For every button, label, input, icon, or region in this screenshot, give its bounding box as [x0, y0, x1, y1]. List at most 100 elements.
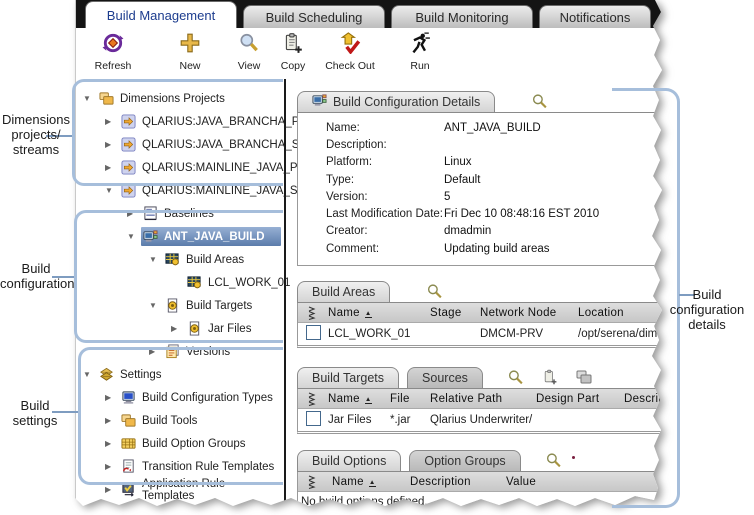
expand-arrow-icon[interactable] — [149, 301, 163, 310]
expand-arrow-icon[interactable] — [127, 209, 141, 218]
tab-sources[interactable]: Sources — [407, 367, 483, 388]
callout-dimensions-projects-streams: Dimensions projects/ streams — [0, 112, 72, 157]
select-column-icon — [298, 392, 328, 406]
build-target-row[interactable]: Jar Files *.jar Qlarius Underwriter/ — [298, 409, 667, 431]
cell-network-node: DMCM-PRV — [480, 328, 578, 340]
empty-message: No build options defined. — [298, 492, 667, 514]
cell-file: *.jar — [390, 414, 430, 426]
column-header[interactable]: Location — [578, 307, 667, 319]
toolbar-label: View — [238, 60, 261, 72]
tree-item-versions[interactable]: Versions — [76, 340, 284, 363]
tree-item-qlarius-mainline-java-prj[interactable]: QLARIUS:MAINLINE_JAVA_PRJ — [76, 156, 284, 179]
tree-item-jar-files[interactable]: Jar Files — [76, 317, 284, 340]
tab-notifications[interactable]: Notifications — [539, 5, 651, 28]
sort-ascending-icon — [365, 311, 372, 318]
tab-build-areas[interactable]: Build Areas — [297, 281, 390, 302]
run-button[interactable]: Run — [395, 32, 445, 72]
search-icon[interactable] — [545, 452, 562, 471]
row-checkbox[interactable] — [306, 325, 321, 340]
column-header[interactable]: Design Part — [536, 393, 624, 405]
sort-ascending-icon — [365, 397, 372, 404]
tab-label: Build Configuration Details — [333, 95, 480, 109]
column-header[interactable]: Stage — [430, 307, 480, 319]
expand-arrow-icon[interactable] — [105, 439, 119, 448]
row-checkbox[interactable] — [306, 411, 321, 426]
search-icon[interactable] — [426, 283, 443, 302]
column-header[interactable]: Relative Path — [430, 393, 536, 405]
expand-arrow-icon[interactable] — [149, 255, 163, 264]
build-area-node-icon — [187, 275, 203, 290]
expand-arrow-icon[interactable] — [83, 370, 97, 379]
field-label: Platform: — [326, 156, 444, 168]
build-config-icon — [143, 229, 159, 244]
tab-option-groups[interactable]: Option Groups — [409, 450, 520, 471]
check-out-button[interactable]: Check Out — [315, 32, 385, 72]
expand-arrow-icon[interactable] — [105, 163, 119, 172]
expand-arrow-icon[interactable] — [105, 186, 119, 195]
column-header[interactable]: Name — [328, 307, 430, 319]
tree-item-settings[interactable]: Settings — [76, 363, 284, 386]
column-header[interactable]: Value — [506, 476, 667, 488]
column-header[interactable]: Description — [624, 393, 667, 405]
expand-arrow-icon[interactable] — [105, 462, 119, 471]
field-value: dmadmin — [444, 225, 663, 237]
field-label: Creator: — [326, 225, 444, 237]
expand-arrow-icon[interactable] — [171, 324, 185, 333]
tab-label: Sources — [422, 371, 468, 385]
new-button[interactable]: New — [170, 32, 210, 72]
tab-label: Build Monitoring — [415, 10, 508, 25]
top-tab-bar: Build Management Build Scheduling Build … — [76, 0, 668, 28]
tree-item-build-option-groups[interactable]: Build Option Groups — [76, 432, 284, 455]
tab-build-options[interactable]: Build Options — [297, 450, 401, 471]
tree-item-dimensions-projects[interactable]: Dimensions Projects — [76, 87, 284, 110]
hierarchy-icon[interactable] — [576, 369, 592, 388]
detail-panels: Build Configuration Details Name:ANT_JAV… — [286, 79, 668, 515]
search-icon[interactable] — [507, 369, 524, 388]
check-out-icon — [339, 32, 361, 59]
expand-arrow-icon[interactable] — [105, 117, 119, 126]
copy-icon[interactable] — [542, 369, 558, 388]
expand-arrow-icon[interactable] — [83, 94, 97, 103]
tree-item-ant-java-build[interactable]: ANT_JAVA_BUILD — [76, 225, 284, 248]
column-header[interactable]: Name — [328, 393, 390, 405]
decorative-dot — [572, 456, 575, 459]
projects-folders-icon — [121, 413, 137, 428]
tab-build-monitoring[interactable]: Build Monitoring — [391, 5, 533, 28]
tree-item-build-tools[interactable]: Build Tools — [76, 409, 284, 432]
view-button[interactable]: View — [227, 32, 271, 72]
column-header[interactable]: Network Node — [480, 307, 578, 319]
column-header[interactable]: Name — [332, 476, 410, 488]
expand-arrow-icon[interactable] — [149, 347, 163, 356]
expand-arrow-icon[interactable] — [105, 416, 119, 425]
tree-item-build-configuration-types[interactable]: Build Configuration Types — [76, 386, 284, 409]
column-header[interactable]: Description — [410, 476, 506, 488]
expand-arrow-icon[interactable] — [105, 393, 119, 402]
cell-relative-path: Qlarius Underwriter/ — [430, 414, 536, 426]
toolbar-label: New — [179, 60, 200, 72]
tree-item-qlarius-java-brancha-prj[interactable]: QLARIUS:JAVA_BRANCHA_PRJ — [76, 110, 284, 133]
stream-icon — [121, 183, 137, 198]
build-configuration-details-section: Build Configuration Details Name:ANT_JAV… — [297, 89, 668, 266]
build-area-row[interactable]: LCL_WORK_01 DMCM-PRV /opt/serena/dimens — [298, 323, 667, 345]
details-fields: Name:ANT_JAVA_BUILD Description: Platfor… — [297, 113, 668, 266]
refresh-button[interactable]: Refresh — [86, 32, 140, 72]
tab-build-management[interactable]: Build Management — [85, 1, 237, 28]
tab-build-scheduling[interactable]: Build Scheduling — [243, 5, 385, 28]
tree-item-build-areas[interactable]: Build Areas — [76, 248, 284, 271]
tab-build-targets[interactable]: Build Targets — [297, 367, 399, 388]
tree-item-qlarius-mainline-java-str[interactable]: QLARIUS:MAINLINE_JAVA_STR — [76, 179, 284, 202]
select-column-icon — [298, 306, 328, 320]
expand-arrow-icon[interactable] — [105, 140, 119, 149]
tree-item-build-targets[interactable]: Build Targets — [76, 294, 284, 317]
tree-item-application-rule-templates[interactable]: Application Rule Templates — [76, 478, 284, 501]
expand-arrow-icon[interactable] — [127, 232, 141, 241]
tree-item-qlarius-java-brancha-str[interactable]: QLARIUS:JAVA_BRANCHA_STR — [76, 133, 284, 156]
expand-arrow-icon[interactable] — [105, 485, 119, 494]
versions-icon — [165, 344, 181, 359]
tab-build-configuration-details[interactable]: Build Configuration Details — [297, 91, 495, 112]
column-header[interactable]: File — [390, 393, 430, 405]
copy-button[interactable]: Copy — [271, 32, 315, 72]
search-icon[interactable] — [531, 93, 548, 112]
tree-item-lcl-work-01[interactable]: LCL_WORK_01 — [76, 271, 284, 294]
tree-item-baselines[interactable]: Baselines — [76, 202, 284, 225]
